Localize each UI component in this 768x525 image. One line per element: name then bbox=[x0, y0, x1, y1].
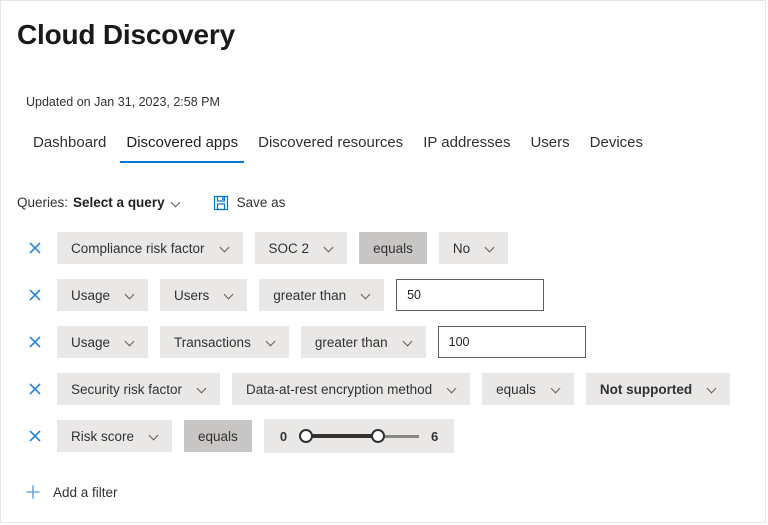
risk-score-range-slider[interactable]: 0 6 bbox=[263, 419, 455, 453]
filter-value-label: Not supported bbox=[599, 381, 693, 397]
page-title: Cloud Discovery bbox=[17, 19, 235, 50]
filter-operator-label: greater than bbox=[273, 287, 347, 303]
chevron-down-icon bbox=[708, 384, 718, 394]
close-x-icon[interactable] bbox=[25, 238, 45, 258]
filter-row: Usage Transactions greater than 100 bbox=[1, 326, 765, 358]
chevron-down-icon bbox=[126, 337, 136, 347]
filter-operator-dropdown[interactable]: equals bbox=[482, 373, 574, 405]
tab-devices[interactable]: Devices bbox=[580, 132, 653, 163]
filter-value-text: 50 bbox=[407, 288, 422, 302]
slider-thumb-high[interactable] bbox=[371, 429, 386, 443]
chevron-down-icon bbox=[126, 290, 136, 300]
filter-subfield-label: Transactions bbox=[174, 334, 251, 350]
chevron-down-icon bbox=[221, 243, 231, 253]
filter-subfield-label: SOC 2 bbox=[268, 240, 310, 256]
filter-operator-label: equals bbox=[373, 240, 413, 256]
filter-subfield-dropdown[interactable]: Transactions bbox=[160, 326, 289, 358]
filter-subfield-label: Data-at-rest encryption method bbox=[246, 381, 433, 397]
filter-field-label: Usage bbox=[71, 287, 111, 303]
filter-operator-dropdown[interactable]: greater than bbox=[259, 279, 385, 311]
chevron-down-icon bbox=[486, 243, 496, 253]
filter-value-text: 100 bbox=[448, 335, 470, 349]
tab-users[interactable]: Users bbox=[520, 132, 579, 163]
chevron-down-icon bbox=[325, 243, 335, 253]
chevron-down-icon bbox=[552, 384, 562, 394]
query-select-value: Select a query bbox=[73, 195, 165, 210]
filter-subfield-dropdown[interactable]: Users bbox=[160, 279, 248, 311]
filter-operator-label: equals bbox=[198, 428, 238, 444]
tab-discovered-resources[interactable]: Discovered resources bbox=[248, 132, 413, 163]
query-select-dropdown[interactable]: Select a query bbox=[73, 193, 182, 213]
filter-field-dropdown[interactable]: Risk score bbox=[57, 420, 173, 452]
queries-label: Queries: bbox=[17, 195, 69, 210]
tab-discovered-apps[interactable]: Discovered apps bbox=[116, 132, 248, 163]
filter-row: Usage Users greater than 50 bbox=[1, 279, 765, 311]
tab-ip-addresses[interactable]: IP addresses bbox=[413, 132, 520, 163]
filter-row: Compliance risk factor SOC 2 equals No bbox=[1, 232, 765, 264]
chevron-down-icon bbox=[172, 198, 182, 208]
chevron-down-icon bbox=[448, 384, 458, 394]
chevron-down-icon bbox=[404, 337, 414, 347]
filter-subfield-dropdown[interactable]: Data-at-rest encryption method bbox=[232, 373, 471, 405]
filter-operator-static: equals bbox=[359, 232, 427, 264]
filter-field-dropdown[interactable]: Usage bbox=[57, 326, 149, 358]
tab-bar: Dashboard Discovered apps Discovered res… bbox=[23, 132, 653, 163]
last-updated-text: Updated on Jan 31, 2023, 2:58 PM bbox=[26, 95, 220, 109]
filter-operator-static: equals bbox=[184, 420, 252, 452]
filter-value-input[interactable]: 50 bbox=[396, 279, 545, 311]
slider-track[interactable] bbox=[299, 427, 420, 445]
save-as-label: Save as bbox=[236, 195, 286, 210]
close-x-icon[interactable] bbox=[25, 426, 45, 446]
chevron-down-icon bbox=[362, 290, 372, 300]
add-filter-label: Add a filter bbox=[53, 484, 118, 500]
filter-operator-dropdown[interactable]: greater than bbox=[300, 326, 426, 358]
filter-field-label: Risk score bbox=[71, 428, 135, 444]
filter-row: Risk score equals 0 6 bbox=[1, 419, 765, 453]
close-x-icon[interactable] bbox=[25, 332, 45, 352]
chevron-down-icon bbox=[267, 337, 277, 347]
tab-dashboard[interactable]: Dashboard bbox=[23, 132, 116, 163]
filter-value-dropdown[interactable]: No bbox=[438, 232, 509, 264]
add-filter-button[interactable]: Add a filter bbox=[25, 484, 118, 500]
slider-track-fill bbox=[306, 434, 379, 438]
chevron-down-icon bbox=[225, 290, 235, 300]
filter-field-dropdown[interactable]: Compliance risk factor bbox=[57, 232, 243, 264]
queries-bar: Queries: Select a query Save as bbox=[17, 193, 285, 213]
filter-field-label: Security risk factor bbox=[71, 381, 183, 397]
slider-thumb-low[interactable] bbox=[299, 429, 314, 443]
slider-max-label: 6 bbox=[431, 428, 439, 444]
filter-row: Security risk factor Data-at-rest encryp… bbox=[1, 373, 765, 405]
filter-operator-label: equals bbox=[496, 381, 536, 397]
filter-field-label: Compliance risk factor bbox=[71, 240, 205, 256]
plus-icon bbox=[26, 485, 40, 499]
filter-subfield-dropdown[interactable]: SOC 2 bbox=[254, 232, 348, 264]
filter-field-label: Usage bbox=[71, 334, 111, 350]
chevron-down-icon bbox=[198, 384, 208, 394]
save-as-button[interactable]: Save as bbox=[213, 193, 286, 213]
save-floppy-icon bbox=[213, 195, 228, 211]
filter-value-input[interactable]: 100 bbox=[437, 326, 586, 358]
filter-subfield-label: Users bbox=[174, 287, 210, 303]
chevron-down-icon bbox=[150, 431, 160, 441]
filter-value-dropdown[interactable]: Not supported bbox=[585, 373, 731, 405]
filter-list: Compliance risk factor SOC 2 equals No U… bbox=[1, 232, 765, 467]
filter-value-label: No bbox=[452, 240, 471, 256]
close-x-icon[interactable] bbox=[25, 285, 45, 305]
filter-field-dropdown[interactable]: Security risk factor bbox=[57, 373, 221, 405]
slider-min-label: 0 bbox=[279, 428, 288, 444]
filter-operator-label: greater than bbox=[314, 334, 388, 350]
cloud-discovery-page: Cloud Discovery Updated on Jan 31, 2023,… bbox=[0, 0, 766, 523]
filter-field-dropdown[interactable]: Usage bbox=[57, 279, 149, 311]
close-x-icon[interactable] bbox=[25, 379, 45, 399]
